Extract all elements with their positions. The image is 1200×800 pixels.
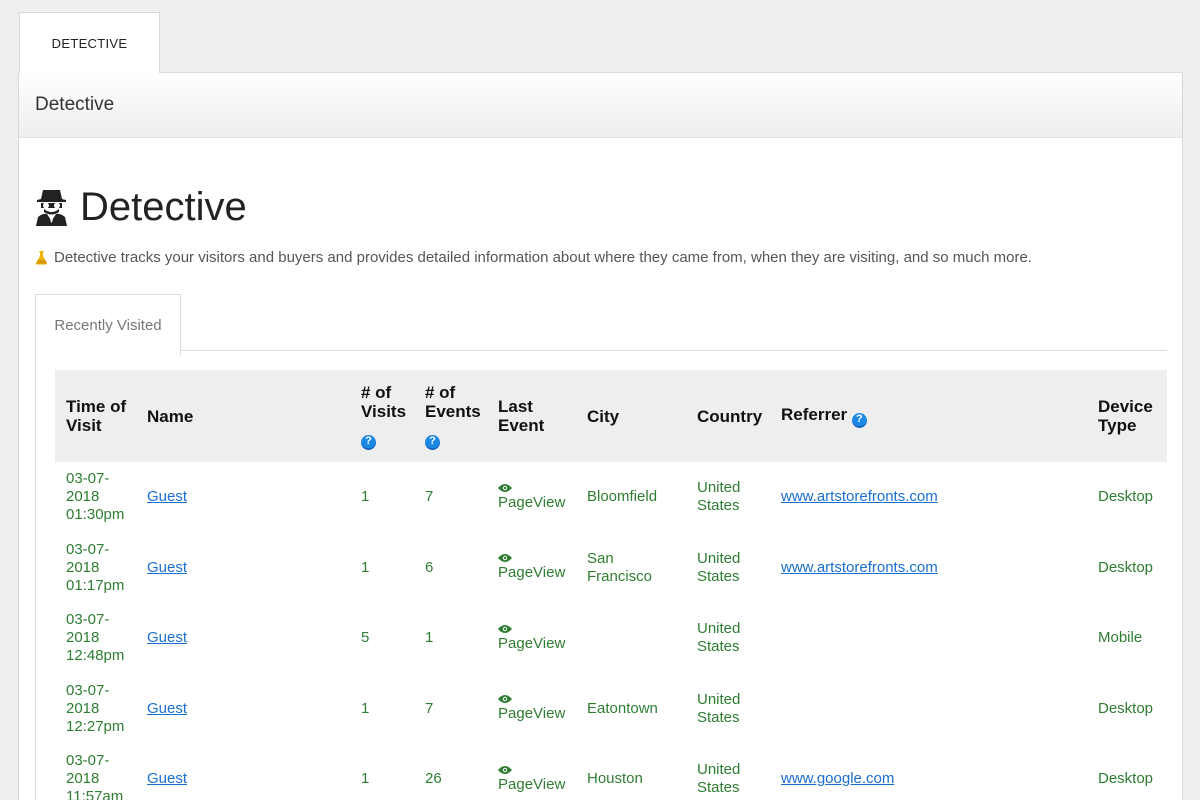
header-device[interactable]: Device Type: [1087, 370, 1167, 462]
header-time[interactable]: Time of Visit: [55, 370, 136, 462]
page-title: Detective: [80, 185, 247, 229]
cell-last-event: PageView: [487, 674, 576, 745]
help-icon[interactable]: ?: [361, 434, 376, 450]
tab-detective[interactable]: DETECTIVE: [19, 12, 160, 73]
cell-city: Eatontown: [587, 699, 658, 717]
cell-last-event: PageView: [487, 462, 576, 533]
referrer-link[interactable]: www.artstorefronts.com: [781, 488, 938, 505]
detective-icon: [36, 190, 67, 226]
page-title-row: Detective: [35, 187, 247, 227]
visitors-table-container: Time of Visit Name # of Visits ? # of Ev…: [35, 350, 1167, 800]
cell-last-event: PageView: [487, 744, 576, 800]
help-icon[interactable]: ?: [425, 434, 440, 450]
eye-icon: [498, 624, 512, 633]
header-visits[interactable]: # of Visits ?: [350, 370, 414, 462]
tab-recently-visited-label: Recently Visited: [54, 316, 162, 334]
header-city[interactable]: City: [576, 370, 686, 462]
cell-events: 26: [425, 770, 442, 788]
flask-icon: [35, 251, 48, 265]
cell-events: 7: [425, 699, 434, 717]
cell-country: United States: [697, 620, 741, 656]
help-icon[interactable]: ?: [851, 412, 867, 428]
cell-city: Bloomfield: [587, 488, 658, 506]
eye-icon: [498, 483, 512, 492]
cell-time: 03-07-2018 01:30pm: [66, 470, 125, 524]
page-description-text: Detective tracks your visitors and buyer…: [54, 249, 1032, 266]
tab-recently-visited[interactable]: Recently Visited: [35, 294, 181, 355]
page-description: Detective tracks your visitors and buyer…: [35, 249, 1032, 266]
cell-last-event: PageView: [487, 533, 576, 604]
header-last-event[interactable]: Last Event: [487, 370, 576, 462]
visitor-name-link[interactable]: Guest: [147, 629, 187, 646]
cell-device: Desktop: [1098, 770, 1154, 788]
cell-country: United States: [697, 690, 741, 726]
cell-device: Desktop: [1098, 558, 1154, 576]
cell-referrer: www.google.com: [770, 744, 1087, 800]
panel-header-title: Detective: [35, 94, 115, 115]
cell-events: 6: [425, 558, 434, 576]
header-referrer[interactable]: Referrer ?: [770, 370, 1087, 462]
cell-name: Guest: [136, 744, 350, 800]
cell-device: Desktop: [1098, 488, 1154, 506]
cell-city: [576, 603, 686, 674]
cell-visits: 1: [361, 770, 370, 788]
cell-referrer: [770, 674, 1087, 745]
cell-time: 03-07-2018 12:48pm: [66, 611, 125, 665]
eye-icon: [498, 695, 512, 704]
cell-country: United States: [697, 479, 741, 515]
cell-name: Guest: [136, 533, 350, 604]
cell-events: 1: [425, 629, 434, 647]
visitor-name-link[interactable]: Guest: [147, 770, 187, 787]
table-row: 03-07-2018 01:30pm Guest 1 7 PageView Blo…: [55, 462, 1167, 533]
cell-city: Houston: [587, 770, 643, 788]
cell-time: 03-07-2018 12:27pm: [66, 681, 125, 735]
cell-name: Guest: [136, 462, 350, 533]
cell-time: 03-07-2018 11:57am: [66, 752, 124, 800]
cell-referrer: [770, 603, 1087, 674]
cell-country: United States: [697, 761, 741, 797]
cell-name: Guest: [136, 603, 350, 674]
cell-city: San Francisco: [587, 549, 653, 585]
visitor-name-link[interactable]: Guest: [147, 700, 187, 717]
tab-detective-label: DETECTIVE: [51, 35, 128, 51]
cell-events: 7: [425, 488, 434, 506]
cell-last-event: PageView: [487, 603, 576, 674]
referrer-link[interactable]: www.google.com: [781, 770, 894, 787]
table-row: 03-07-2018 12:48pm Guest 5 1 PageView Uni…: [55, 603, 1167, 674]
eye-icon: [498, 554, 512, 563]
table-row: 03-07-2018 01:17pm Guest 1 6 PageView San…: [55, 533, 1167, 604]
table-header-row: Time of Visit Name # of Visits ? # of Ev…: [55, 370, 1167, 462]
referrer-link[interactable]: www.artstorefronts.com: [781, 559, 938, 576]
cell-time: 03-07-2018 01:17pm: [66, 540, 125, 594]
header-events[interactable]: # of Events ?: [414, 370, 487, 462]
header-name[interactable]: Name: [136, 370, 350, 462]
cell-visits: 1: [361, 558, 370, 576]
cell-visits: 1: [361, 699, 370, 717]
cell-country: United States: [697, 549, 741, 585]
cell-visits: 1: [361, 488, 370, 506]
main-panel: Detective Detective Detective tracks you…: [18, 72, 1183, 800]
panel-header: Detective: [19, 73, 1182, 138]
cell-device: Desktop: [1098, 699, 1154, 717]
eye-icon: [498, 765, 512, 774]
cell-referrer: www.artstorefronts.com: [770, 533, 1087, 604]
visitor-name-link[interactable]: Guest: [147, 488, 187, 505]
cell-referrer: www.artstorefronts.com: [770, 462, 1087, 533]
table-row: 03-07-2018 12:27pm Guest 1 7 PageView Eat…: [55, 674, 1167, 745]
cell-visits: 5: [361, 629, 370, 647]
cell-name: Guest: [136, 674, 350, 745]
visitors-table: Time of Visit Name # of Visits ? # of Ev…: [55, 370, 1167, 800]
visitor-name-link[interactable]: Guest: [147, 559, 187, 576]
header-country[interactable]: Country: [686, 370, 770, 462]
table-row: 03-07-2018 11:57am Guest 1 26 PageView Ho…: [55, 744, 1167, 800]
cell-device: Mobile: [1098, 629, 1143, 647]
